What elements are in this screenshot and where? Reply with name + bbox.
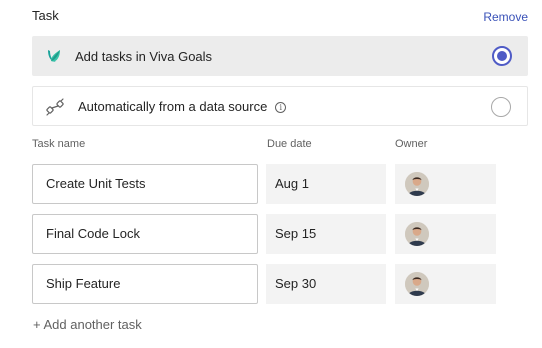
due-date-picker[interactable]: Aug 1 <box>266 164 386 204</box>
task-row: Final Code Lock Sep 15 <box>32 214 498 254</box>
owner-picker[interactable] <box>395 214 496 254</box>
remove-button[interactable]: Remove <box>483 10 528 24</box>
column-header-task-name: Task name <box>32 138 86 150</box>
column-header-due-date: Due date <box>267 138 312 150</box>
option-label-text: Automatically from a data source <box>78 98 268 114</box>
radio-selected[interactable] <box>492 46 512 66</box>
section-title: Task <box>32 8 59 23</box>
avatar <box>405 222 429 246</box>
due-date-picker[interactable]: Sep 15 <box>266 214 386 254</box>
radio-unselected[interactable] <box>491 97 511 117</box>
task-row: Ship Feature Sep 30 <box>32 264 498 304</box>
owner-picker[interactable] <box>395 264 496 304</box>
info-icon[interactable]: i <box>275 101 287 113</box>
task-row: Create Unit Tests Aug 1 <box>32 164 498 204</box>
option-automatically-from-data-source[interactable]: Automatically from a data source i <box>32 86 528 126</box>
avatar <box>405 172 429 196</box>
option-add-tasks-in-viva-goals[interactable]: Add tasks in Viva Goals <box>32 36 528 76</box>
due-date-picker[interactable]: Sep 30 <box>266 264 386 304</box>
link-connector-icon <box>45 97 65 117</box>
avatar <box>405 272 429 296</box>
option-label: Automatically from a data source i <box>78 98 287 114</box>
owner-picker[interactable] <box>395 164 496 204</box>
viva-goals-logo-icon <box>44 46 64 66</box>
task-name-input[interactable]: Ship Feature <box>32 264 258 304</box>
column-header-owner: Owner <box>395 138 428 150</box>
option-label: Add tasks in Viva Goals <box>75 48 213 64</box>
add-another-task-button[interactable]: + Add another task <box>33 317 142 332</box>
task-name-input[interactable]: Final Code Lock <box>32 214 258 254</box>
task-name-input[interactable]: Create Unit Tests <box>32 164 258 204</box>
